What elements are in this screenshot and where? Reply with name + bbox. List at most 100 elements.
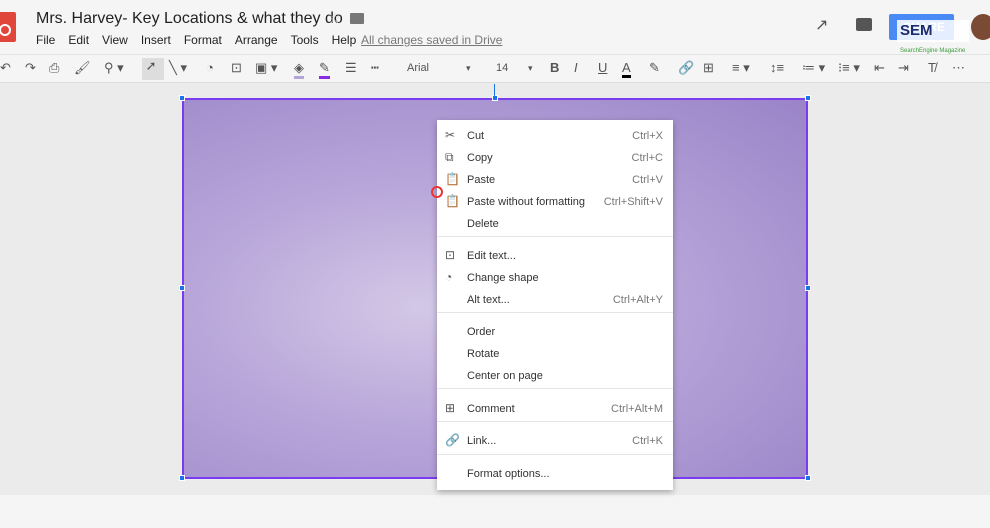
- menu-item-label: Link...: [467, 435, 497, 447]
- decrease-indent-icon[interactable]: ⇤: [874, 60, 885, 76]
- menu-item-label: Paste without formatting: [467, 196, 586, 208]
- menu-item-comment[interactable]: ⊞ Comment Ctrl+Alt+M: [437, 399, 673, 419]
- menu-item-label: Rotate: [467, 348, 500, 360]
- menu-item-label: Comment: [467, 403, 515, 415]
- zoom-icon[interactable]: ⚲ ▾: [104, 60, 124, 76]
- comments-icon[interactable]: [856, 18, 872, 31]
- header: Mrs. Harvey- Key Locations & what they d…: [0, 0, 990, 54]
- bold-icon[interactable]: B: [550, 60, 559, 75]
- menu-item-format-options[interactable]: Format options...: [437, 464, 673, 484]
- menu-item-shortcut: Ctrl+V: [632, 174, 663, 186]
- italic-icon[interactable]: I: [574, 60, 578, 75]
- line-icon[interactable]: ╲ ▾: [169, 60, 187, 76]
- line-spacing-icon[interactable]: ↕≡: [770, 60, 784, 75]
- border-dash-icon[interactable]: ┅: [371, 60, 379, 76]
- highlight-icon[interactable]: ✎: [649, 60, 660, 76]
- menu-item-cut[interactable]: ✂ Cut Ctrl+X: [437, 126, 673, 146]
- activity-icon[interactable]: ↗: [815, 15, 828, 35]
- rotate-handle[interactable]: [494, 84, 495, 96]
- menu-separator: [437, 421, 673, 422]
- link-icon[interactable]: 🔗: [678, 60, 694, 76]
- menu-item-order[interactable]: Order: [437, 322, 673, 342]
- context-menu: ✂ Cut Ctrl+X ⧉ Copy Ctrl+C 📋 Paste Ctrl+V 📋 Paste …: [437, 120, 673, 490]
- menu-item-paste-without-formatting[interactable]: 📋 Paste without formatting Ctrl+Shift+V: [437, 192, 673, 212]
- menu-item-edit-text[interactable]: ⊡ Edit text...: [437, 246, 673, 266]
- menu-format[interactable]: Format: [184, 33, 222, 47]
- resize-handle[interactable]: [805, 285, 811, 291]
- menu-item-change-shape[interactable]: ◔ Change shape: [437, 268, 673, 288]
- border-weight-icon[interactable]: ☰: [345, 60, 357, 76]
- menu-file[interactable]: File: [36, 33, 55, 47]
- align-icon[interactable]: ≡ ▾: [732, 60, 750, 76]
- resize-handle[interactable]: [179, 285, 185, 291]
- menu-item-label: Cut: [467, 130, 485, 142]
- change-shape-icon: ◔: [445, 270, 453, 284]
- shape-icon[interactable]: ◔: [206, 60, 214, 75]
- menu-item-shortcut: Ctrl+Shift+V: [603, 196, 663, 208]
- image-icon[interactable]: ▣ ▾: [255, 60, 277, 76]
- text-color-icon[interactable]: A: [622, 60, 631, 78]
- folder-icon[interactable]: [350, 13, 364, 24]
- menu-item-shortcut: Ctrl+X: [632, 130, 663, 142]
- increase-indent-icon[interactable]: ⇥: [898, 60, 909, 76]
- menu-insert[interactable]: Insert: [141, 33, 171, 47]
- menu-item-copy[interactable]: ⧉ Copy Ctrl+C: [437, 148, 673, 168]
- star-icon[interactable]: ☆: [328, 9, 341, 27]
- menu-item-center-on-page[interactable]: Center on page: [437, 366, 673, 386]
- paste-plain-icon: 📋: [445, 194, 460, 208]
- undo-icon[interactable]: ↶: [0, 60, 11, 76]
- resize-handle[interactable]: [805, 95, 811, 101]
- menu-item-label: Copy: [467, 152, 493, 164]
- speaker-notes-area: [0, 495, 990, 528]
- font-size-select[interactable]: 14: [496, 62, 508, 74]
- menu-view[interactable]: View: [102, 33, 128, 47]
- resize-handle[interactable]: [492, 95, 498, 101]
- paste-icon: 📋: [445, 172, 460, 186]
- menu-separator: [437, 312, 673, 313]
- doc-title[interactable]: Mrs. Harvey- Key Locations & what they d…: [36, 10, 343, 28]
- menu-tools[interactable]: Tools: [291, 33, 319, 47]
- select-icon[interactable]: ➚: [142, 58, 164, 80]
- menu-item-label: Center on page: [467, 370, 543, 382]
- bulleted-list-icon[interactable]: ⁝≡ ▾: [838, 60, 860, 76]
- link-icon: 🔗: [445, 433, 460, 447]
- more-icon[interactable]: ⋯: [952, 60, 965, 76]
- menu-item-delete[interactable]: Delete: [437, 214, 673, 234]
- menu-item-label: Change shape: [467, 272, 539, 284]
- font-dropdown-icon[interactable]: ▾: [466, 63, 471, 74]
- menu-separator: [437, 454, 673, 455]
- copy-icon: ⧉: [445, 150, 454, 164]
- menu-help[interactable]: Help: [332, 33, 357, 47]
- font-select[interactable]: Arial: [407, 62, 429, 74]
- fill-color-icon[interactable]: ◈: [294, 60, 304, 79]
- avatar[interactable]: [971, 14, 990, 40]
- paint-format-icon[interactable]: 🖌: [74, 60, 91, 76]
- resize-handle[interactable]: [179, 95, 185, 101]
- underline-icon[interactable]: U: [598, 60, 607, 75]
- resize-handle[interactable]: [179, 475, 185, 481]
- toolbar: ↶ ↷ ⎙ 🖌 ⚲ ▾ ➚ ╲ ▾ ◔ ⊡ ▣ ▾ ◈ ✎ ☰ ┅ Arial …: [0, 54, 990, 83]
- size-dropdown-icon[interactable]: ▾: [528, 63, 533, 74]
- save-status[interactable]: All changes saved in Drive: [361, 33, 502, 47]
- resize-handle[interactable]: [805, 475, 811, 481]
- menu-item-label: Alt text...: [467, 294, 510, 306]
- slides-logo-icon[interactable]: [0, 12, 16, 42]
- menu-edit[interactable]: Edit: [68, 33, 89, 47]
- border-color-icon[interactable]: ✎: [319, 60, 330, 79]
- textbox-icon[interactable]: ⊡: [231, 60, 242, 76]
- menu-item-alt-text[interactable]: Alt text... Ctrl+Alt+Y: [437, 290, 673, 310]
- clear-formatting-icon[interactable]: T̸: [928, 60, 936, 75]
- menu-item-label: Order: [467, 326, 496, 338]
- comment-icon: ⊞: [445, 401, 456, 415]
- redo-icon[interactable]: ↷: [25, 60, 36, 76]
- menu-item-label: Paste: [467, 174, 496, 186]
- menu-item-paste[interactable]: 📋 Paste Ctrl+V: [437, 170, 673, 190]
- numbered-list-icon[interactable]: ≔ ▾: [802, 60, 825, 76]
- add-comment-icon[interactable]: ⊞: [703, 60, 714, 76]
- print-icon[interactable]: ⎙: [49, 60, 59, 76]
- menu-arrange[interactable]: Arrange: [235, 33, 278, 47]
- menu-separator: [437, 236, 673, 237]
- menu-item-rotate[interactable]: Rotate: [437, 344, 673, 364]
- menu-item-link[interactable]: 🔗 Link... Ctrl+K: [437, 431, 673, 451]
- menu-item-label: Edit text...: [467, 250, 516, 262]
